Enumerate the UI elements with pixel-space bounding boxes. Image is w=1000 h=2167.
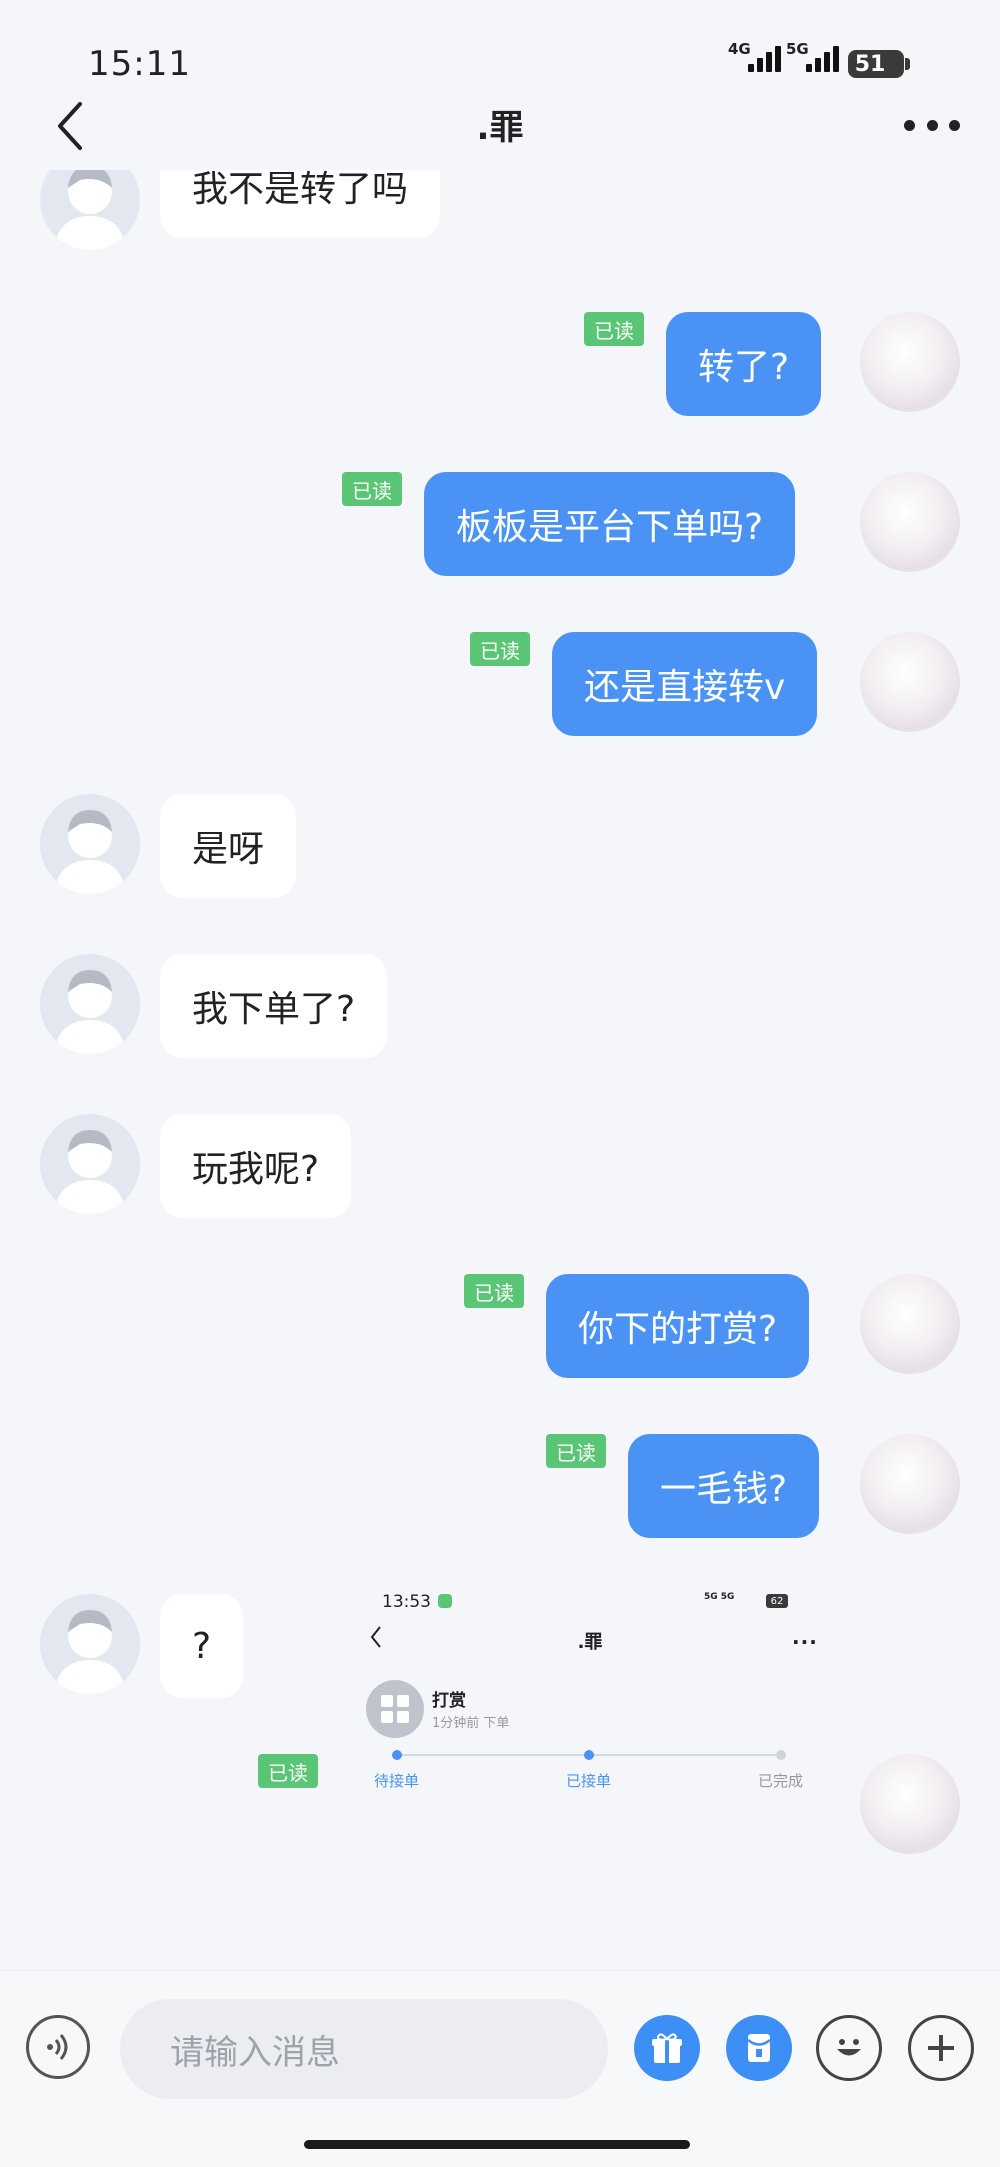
contact-avatar[interactable] xyxy=(40,170,140,250)
my-avatar[interactable] xyxy=(860,1754,960,1854)
message-bubble-outgoing[interactable]: 你下的打赏? xyxy=(546,1274,810,1378)
contact-avatar[interactable] xyxy=(40,954,140,1054)
signal-icon: 5G 5G xyxy=(704,1592,735,1602)
voice-icon[interactable] xyxy=(26,2015,90,2079)
my-avatar[interactable] xyxy=(860,1434,960,1534)
chat-title: .罪 xyxy=(476,108,524,148)
message-input[interactable]: 请输入消息 xyxy=(120,1999,608,2099)
read-badge: 已读 xyxy=(470,632,530,666)
step-label: 已完成 xyxy=(758,1772,804,1790)
step-node xyxy=(392,1750,402,1760)
plus-icon[interactable] xyxy=(908,2015,974,2081)
message-bubble-outgoing[interactable]: 转了? xyxy=(666,312,822,416)
contact-avatar[interactable] xyxy=(40,1114,140,1214)
my-avatar[interactable] xyxy=(860,472,960,572)
read-badge: 已读 xyxy=(464,1274,524,1308)
contact-avatar[interactable] xyxy=(40,794,140,894)
read-badge: 已读 xyxy=(258,1754,318,1788)
emoji-icon[interactable] xyxy=(816,2015,882,2081)
step-label: 待接单 xyxy=(374,1772,420,1790)
signal-4g-icon: 4G xyxy=(728,40,781,72)
signal-5g-icon: 5G xyxy=(786,40,839,72)
read-badge: 已读 xyxy=(342,472,402,506)
message-bubble-outgoing[interactable]: 还是直接转v xyxy=(552,632,818,736)
message-bubble-incoming[interactable]: 我下单了? xyxy=(160,954,388,1058)
notification-dot-icon xyxy=(438,1594,452,1608)
contact-avatar[interactable] xyxy=(40,1594,140,1694)
step-node xyxy=(776,1750,786,1760)
input-bar: 请输入消息 xyxy=(0,1970,1000,2167)
my-avatar[interactable] xyxy=(860,312,960,412)
read-badge: 已读 xyxy=(546,1434,606,1468)
more-icon[interactable] xyxy=(904,110,960,140)
more-icon: ··· xyxy=(792,1630,818,1654)
message-bubble-incoming[interactable]: 我不是转了吗 xyxy=(160,170,441,238)
home-indicator[interactable] xyxy=(304,2140,690,2149)
image-message[interactable]: 13:53 5G 5G 62 .罪 ··· 打赏 1分钟前 下单 待接单 已接单… xyxy=(360,1578,840,1798)
battery-tip xyxy=(905,58,910,70)
gift-icon[interactable] xyxy=(634,2015,700,2081)
battery-icon: 51 xyxy=(848,50,904,78)
order-icon xyxy=(366,1680,424,1738)
message-bubble-outgoing[interactable]: 一毛钱? xyxy=(628,1434,820,1538)
my-avatar[interactable] xyxy=(860,1274,960,1374)
status-bar: 15:11 4G 5G 51 xyxy=(0,0,1000,90)
read-badge: 已读 xyxy=(584,312,644,346)
message-bubble-incoming[interactable]: 是呀 xyxy=(160,794,297,898)
chat-header: .罪 xyxy=(0,90,1000,170)
step-label: 已接单 xyxy=(566,1772,612,1790)
message-bubble-incoming[interactable]: 玩我呢? xyxy=(160,1114,352,1218)
red-packet-icon[interactable] xyxy=(726,2015,792,2081)
message-bubble-outgoing[interactable]: 板板是平台下单吗? xyxy=(424,472,796,576)
my-avatar[interactable] xyxy=(860,632,960,732)
battery-icon: 62 xyxy=(766,1594,788,1608)
step-node xyxy=(584,1750,594,1760)
message-bubble-incoming[interactable]: ? xyxy=(160,1594,244,1698)
status-time: 15:11 xyxy=(88,44,191,84)
